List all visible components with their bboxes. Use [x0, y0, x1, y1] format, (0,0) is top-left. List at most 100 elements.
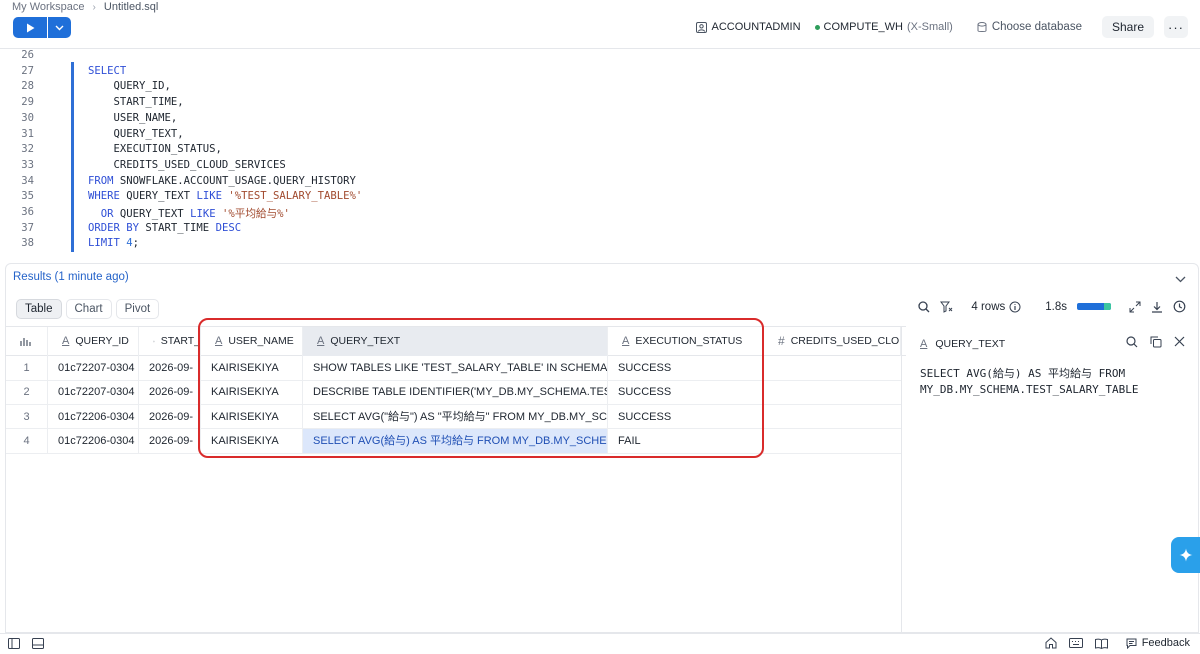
cell-query-text[interactable]: DESCRIBE TABLE IDENTIFIER('MY_DB.MY_SCHE… — [303, 380, 608, 405]
sql-string: '%平均給与%' — [221, 208, 290, 220]
cell-execution-status[interactable]: FAIL — [608, 428, 764, 453]
detail-value-line: MY_DB.MY_SCHEMA.TEST_SALARY_TABLE — [920, 383, 1139, 396]
column-label: CREDITS_USED_CLOUD_S — [790, 335, 900, 347]
copy-icon[interactable] — [1150, 336, 1162, 348]
run-button[interactable] — [13, 17, 47, 38]
column-label: QUERY_TEXT — [330, 335, 401, 347]
filter-icon[interactable] — [940, 301, 953, 313]
warehouse-size: (X-Small) — [906, 21, 953, 33]
close-icon[interactable] — [1174, 336, 1185, 347]
expand-icon[interactable] — [1129, 301, 1141, 313]
home-icon[interactable] — [1045, 637, 1057, 649]
sql-keyword: LIKE — [190, 208, 216, 220]
sql-editor[interactable]: 26 27 28 29 30 31 32 33 34 35 36 37 38 SELECT QUERY_… — [0, 48, 1200, 260]
cell-execution-status[interactable]: SUCCESS — [608, 356, 764, 380]
sql-keyword: WHERE — [88, 190, 120, 203]
row-count-label: 4 rows — [971, 300, 1006, 313]
active-statement-bar — [71, 62, 74, 252]
view-tabs: Table Chart Pivot — [16, 299, 160, 319]
column-header-credits[interactable]: # CREDITS_USED_CLOUD_S — [764, 327, 901, 356]
cell-user-name[interactable]: KAIRISEKIYA — [201, 404, 303, 429]
share-button[interactable]: Share — [1101, 16, 1154, 38]
cell-user-name[interactable]: KAIRISEKIYA — [201, 428, 303, 453]
code-line[interactable]: ORDER BY START_TIME DESC — [88, 222, 241, 234]
column-header-query-id[interactable]: A QUERY_ID — [48, 327, 139, 356]
cell-query-text[interactable]: SELECT AVG(給与) AS 平均給与 FROM MY_DB.MY_SCH… — [303, 428, 608, 453]
code-line[interactable]: QUERY_ID, — [88, 80, 171, 92]
cell-user-name[interactable]: KAIRISEKIYA — [201, 356, 303, 380]
role-label: ACCOUNTADMIN — [711, 21, 801, 33]
panel-toggle-icon[interactable] — [32, 638, 44, 649]
column-header-user-name[interactable]: A USER_NAME — [201, 327, 303, 356]
warehouse-selector[interactable]: COMPUTE_WH (X-Small) — [814, 21, 953, 33]
sql-token: CREDITS_USED_CLOUD_SERVICES — [88, 158, 286, 171]
detail-actions — [1126, 336, 1185, 348]
row-number[interactable]: 3 — [6, 404, 48, 429]
row-number[interactable]: 2 — [6, 380, 48, 405]
cell-query-id[interactable]: 01c72206-0304 — [48, 404, 139, 429]
detail-value[interactable]: SELECT AVG(給与) AS 平均給与 FROM MY_DB.MY_SCH… — [920, 366, 1190, 398]
cell-execution-status[interactable]: SUCCESS — [608, 404, 764, 429]
breadcrumb: My Workspace › Untitled.sql — [12, 0, 158, 14]
database-selector[interactable]: Choose database — [977, 21, 1082, 33]
sql-keyword: DESC — [215, 221, 242, 234]
breadcrumb-file[interactable]: Untitled.sql — [104, 1, 158, 13]
search-icon[interactable] — [1126, 336, 1138, 348]
search-icon[interactable] — [918, 300, 930, 313]
feedback-button[interactable]: Feedback — [1126, 637, 1190, 649]
code-line[interactable]: QUERY_TEXT, — [88, 128, 184, 140]
detail-column-name: QUERY_TEXT — [935, 338, 1006, 350]
more-options-button[interactable]: ··· — [1164, 16, 1188, 38]
tab-chart[interactable]: Chart — [65, 299, 112, 319]
history-icon[interactable] — [1173, 300, 1186, 313]
row-number[interactable]: 4 — [6, 428, 48, 453]
status-bar-left — [8, 638, 44, 649]
cell-query-text[interactable]: SELECT AVG("給与") AS "平均給与" FROM MY_DB.MY… — [303, 404, 608, 429]
cell-start-time[interactable]: 2026-09- — [139, 356, 201, 380]
column-header-execution-status[interactable]: A EXECUTION_STATUS — [608, 327, 764, 356]
cell-start-time[interactable]: 2026-09- — [139, 380, 201, 405]
download-icon[interactable] — [1151, 301, 1163, 313]
collapse-results-button[interactable] — [1175, 272, 1186, 286]
keyboard-icon[interactable] — [1068, 638, 1083, 648]
breadcrumb-workspace[interactable]: My Workspace — [12, 1, 85, 13]
row-number-header[interactable] — [6, 327, 48, 356]
ai-assistant-button[interactable] — [1171, 537, 1200, 573]
cell-query-id[interactable]: 01c72207-0304 — [48, 356, 139, 380]
run-options-button[interactable] — [48, 17, 71, 38]
text-type-icon: A — [215, 335, 223, 347]
column-header-start-time[interactable]: START_ — [139, 327, 201, 356]
tab-pivot[interactable]: Pivot — [115, 299, 160, 319]
tab-table[interactable]: Table — [16, 299, 62, 319]
cell-user-name[interactable]: KAIRISEKIYA — [201, 380, 303, 405]
sql-keyword: SELECT — [88, 64, 127, 77]
row-number[interactable]: 1 — [6, 356, 48, 380]
code-line[interactable]: CREDITS_USED_CLOUD_SERVICES — [88, 159, 286, 171]
code-line[interactable]: FROM SNOWFLAKE.ACCOUNT_USAGE.QUERY_HISTO… — [88, 175, 356, 187]
column-header-query-text[interactable]: A QUERY_TEXT — [303, 327, 608, 356]
sidebar-toggle-icon[interactable] — [8, 638, 20, 649]
role-selector[interactable]: ACCOUNTADMIN — [695, 21, 801, 33]
code-line[interactable]: WHERE QUERY_TEXT LIKE '%TEST_SALARY_TABL… — [88, 190, 362, 202]
sql-token: QUERY_TEXT — [113, 208, 191, 220]
sql-keyword: ORDER BY — [88, 221, 140, 234]
sql-token: START_TIME — [139, 221, 216, 234]
code-line[interactable]: OR QUERY_TEXT LIKE '%平均給与%' — [88, 206, 290, 221]
cell-execution-status[interactable]: SUCCESS — [608, 380, 764, 405]
cell-start-time[interactable]: 2026-09- — [139, 428, 201, 453]
code-line[interactable]: USER_NAME, — [88, 112, 178, 124]
cell-query-text[interactable]: SHOW TABLES LIKE 'TEST_SALARY_TABLE' IN … — [303, 356, 608, 380]
code-line[interactable]: START_TIME, — [88, 96, 184, 108]
cell-query-id[interactable]: 01c72207-0304 — [48, 380, 139, 405]
cell-query-id[interactable]: 01c72206-0304 — [48, 428, 139, 453]
results-title[interactable]: Results (1 minute ago) — [13, 271, 129, 283]
sql-token: SNOWFLAKE.ACCOUNT_USAGE.QUERY_HISTORY — [113, 174, 356, 187]
code-line[interactable]: LIMIT 4; — [88, 237, 139, 249]
code-line[interactable]: EXECUTION_STATUS, — [88, 143, 222, 155]
code-line[interactable]: SELECT — [88, 65, 126, 77]
info-icon[interactable] — [1009, 301, 1021, 313]
book-icon[interactable] — [1094, 638, 1108, 649]
cell-start-time[interactable]: 2026-09- — [139, 404, 201, 429]
column-label: QUERY_ID — [75, 335, 129, 347]
table-header: A QUERY_ID START_ A USER_NAME A QUERY_TE… — [6, 326, 906, 356]
